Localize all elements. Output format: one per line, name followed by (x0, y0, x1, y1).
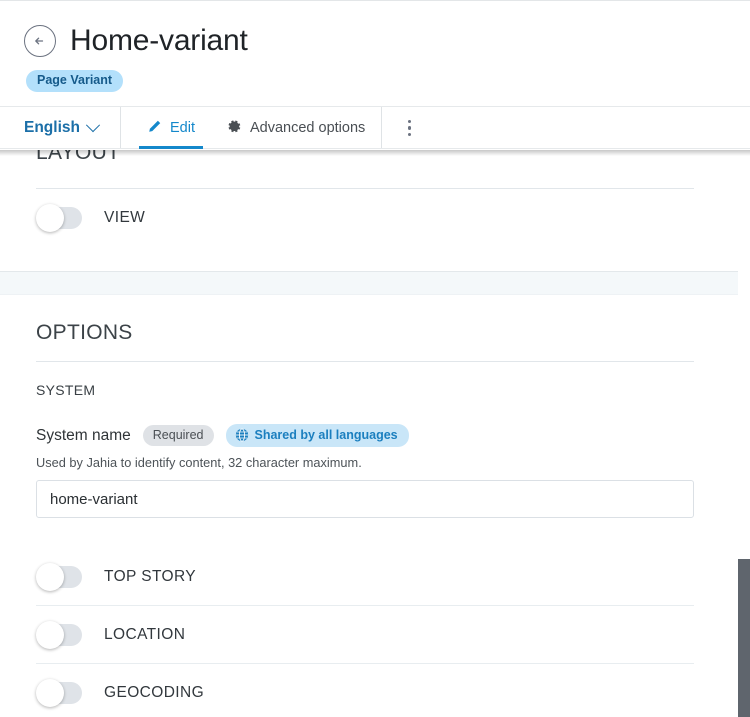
chevron-down-icon (85, 118, 101, 133)
top-story-toggle[interactable] (36, 562, 82, 591)
back-button[interactable] (24, 25, 56, 57)
geocoding-toggle[interactable] (36, 678, 82, 707)
tab-advanced-options[interactable]: Advanced options (211, 107, 381, 149)
toggle-knob (36, 678, 64, 707)
toggle-row-location[interactable]: LOCATION (36, 606, 694, 664)
toggle-row-top-story[interactable]: TOP STORY (36, 548, 694, 606)
tab-advanced-options-label: Advanced options (249, 120, 366, 136)
kebab-menu-icon (407, 119, 412, 137)
title-row: Home-variant (0, 19, 750, 63)
tab-edit-label: Edit (169, 120, 195, 136)
geocoding-toggle-label: GEOCODING (104, 683, 205, 701)
options-section-title: OPTIONS (36, 321, 133, 344)
shared-badge-label: Shared by all languages (254, 427, 398, 442)
toggle-knob (36, 562, 64, 591)
location-toggle-label: LOCATION (104, 625, 186, 643)
section-separator (0, 271, 750, 295)
layout-section: LAYOUT VIEW (0, 150, 750, 271)
layout-title-clip: LAYOUT (36, 150, 726, 172)
tab-edit[interactable]: Edit (131, 107, 211, 149)
toggle-knob (36, 203, 64, 232)
page-title: Home-variant (70, 24, 248, 57)
globe-icon (235, 428, 249, 442)
system-name-input[interactable] (36, 480, 694, 518)
page-header: Home-variant Page Variant (0, 1, 750, 94)
location-toggle[interactable] (36, 620, 82, 649)
toolbar: English Edit Advanced options (0, 106, 750, 149)
page-variant-badge: Page Variant (26, 70, 124, 92)
scrollbar-track[interactable] (738, 150, 750, 717)
system-name-label-row: System name Required Shared by all langu… (36, 424, 726, 447)
view-toggle-label: VIEW (104, 208, 146, 226)
badge-row: Page Variant (0, 70, 750, 94)
scrollbar-thumb[interactable] (738, 559, 750, 717)
system-name-label: System name (36, 426, 131, 444)
view-toggle[interactable] (36, 203, 82, 232)
scroll-content: LAYOUT VIEW OPTIONS SYSTEM System name R… (0, 150, 750, 717)
top-story-toggle-label: TOP STORY (104, 567, 197, 585)
options-section: OPTIONS SYSTEM System name Required Shar… (0, 295, 750, 717)
system-subsection-title: SYSTEM (36, 382, 96, 398)
required-badge: Required (142, 424, 214, 447)
tab-list: Edit Advanced options (121, 107, 383, 149)
arrow-left-circle-icon (32, 33, 48, 49)
more-options-button[interactable] (382, 107, 436, 149)
toggle-row-geocoding[interactable]: GEOCODING (36, 664, 694, 717)
gear-icon (227, 119, 242, 138)
pencil-icon (147, 119, 162, 138)
shared-by-all-languages-badge: Shared by all languages (225, 424, 409, 447)
toggle-row-view[interactable]: VIEW (36, 189, 694, 246)
language-label: English (24, 119, 80, 136)
toggle-knob (36, 620, 64, 649)
layout-section-title: LAYOUT (36, 150, 121, 164)
language-selector[interactable]: English (0, 107, 121, 149)
system-name-help-text: Used by Jahia to identify content, 32 ch… (36, 455, 362, 470)
page-variant-editor: Home-variant Page Variant English Edit A… (0, 0, 750, 717)
